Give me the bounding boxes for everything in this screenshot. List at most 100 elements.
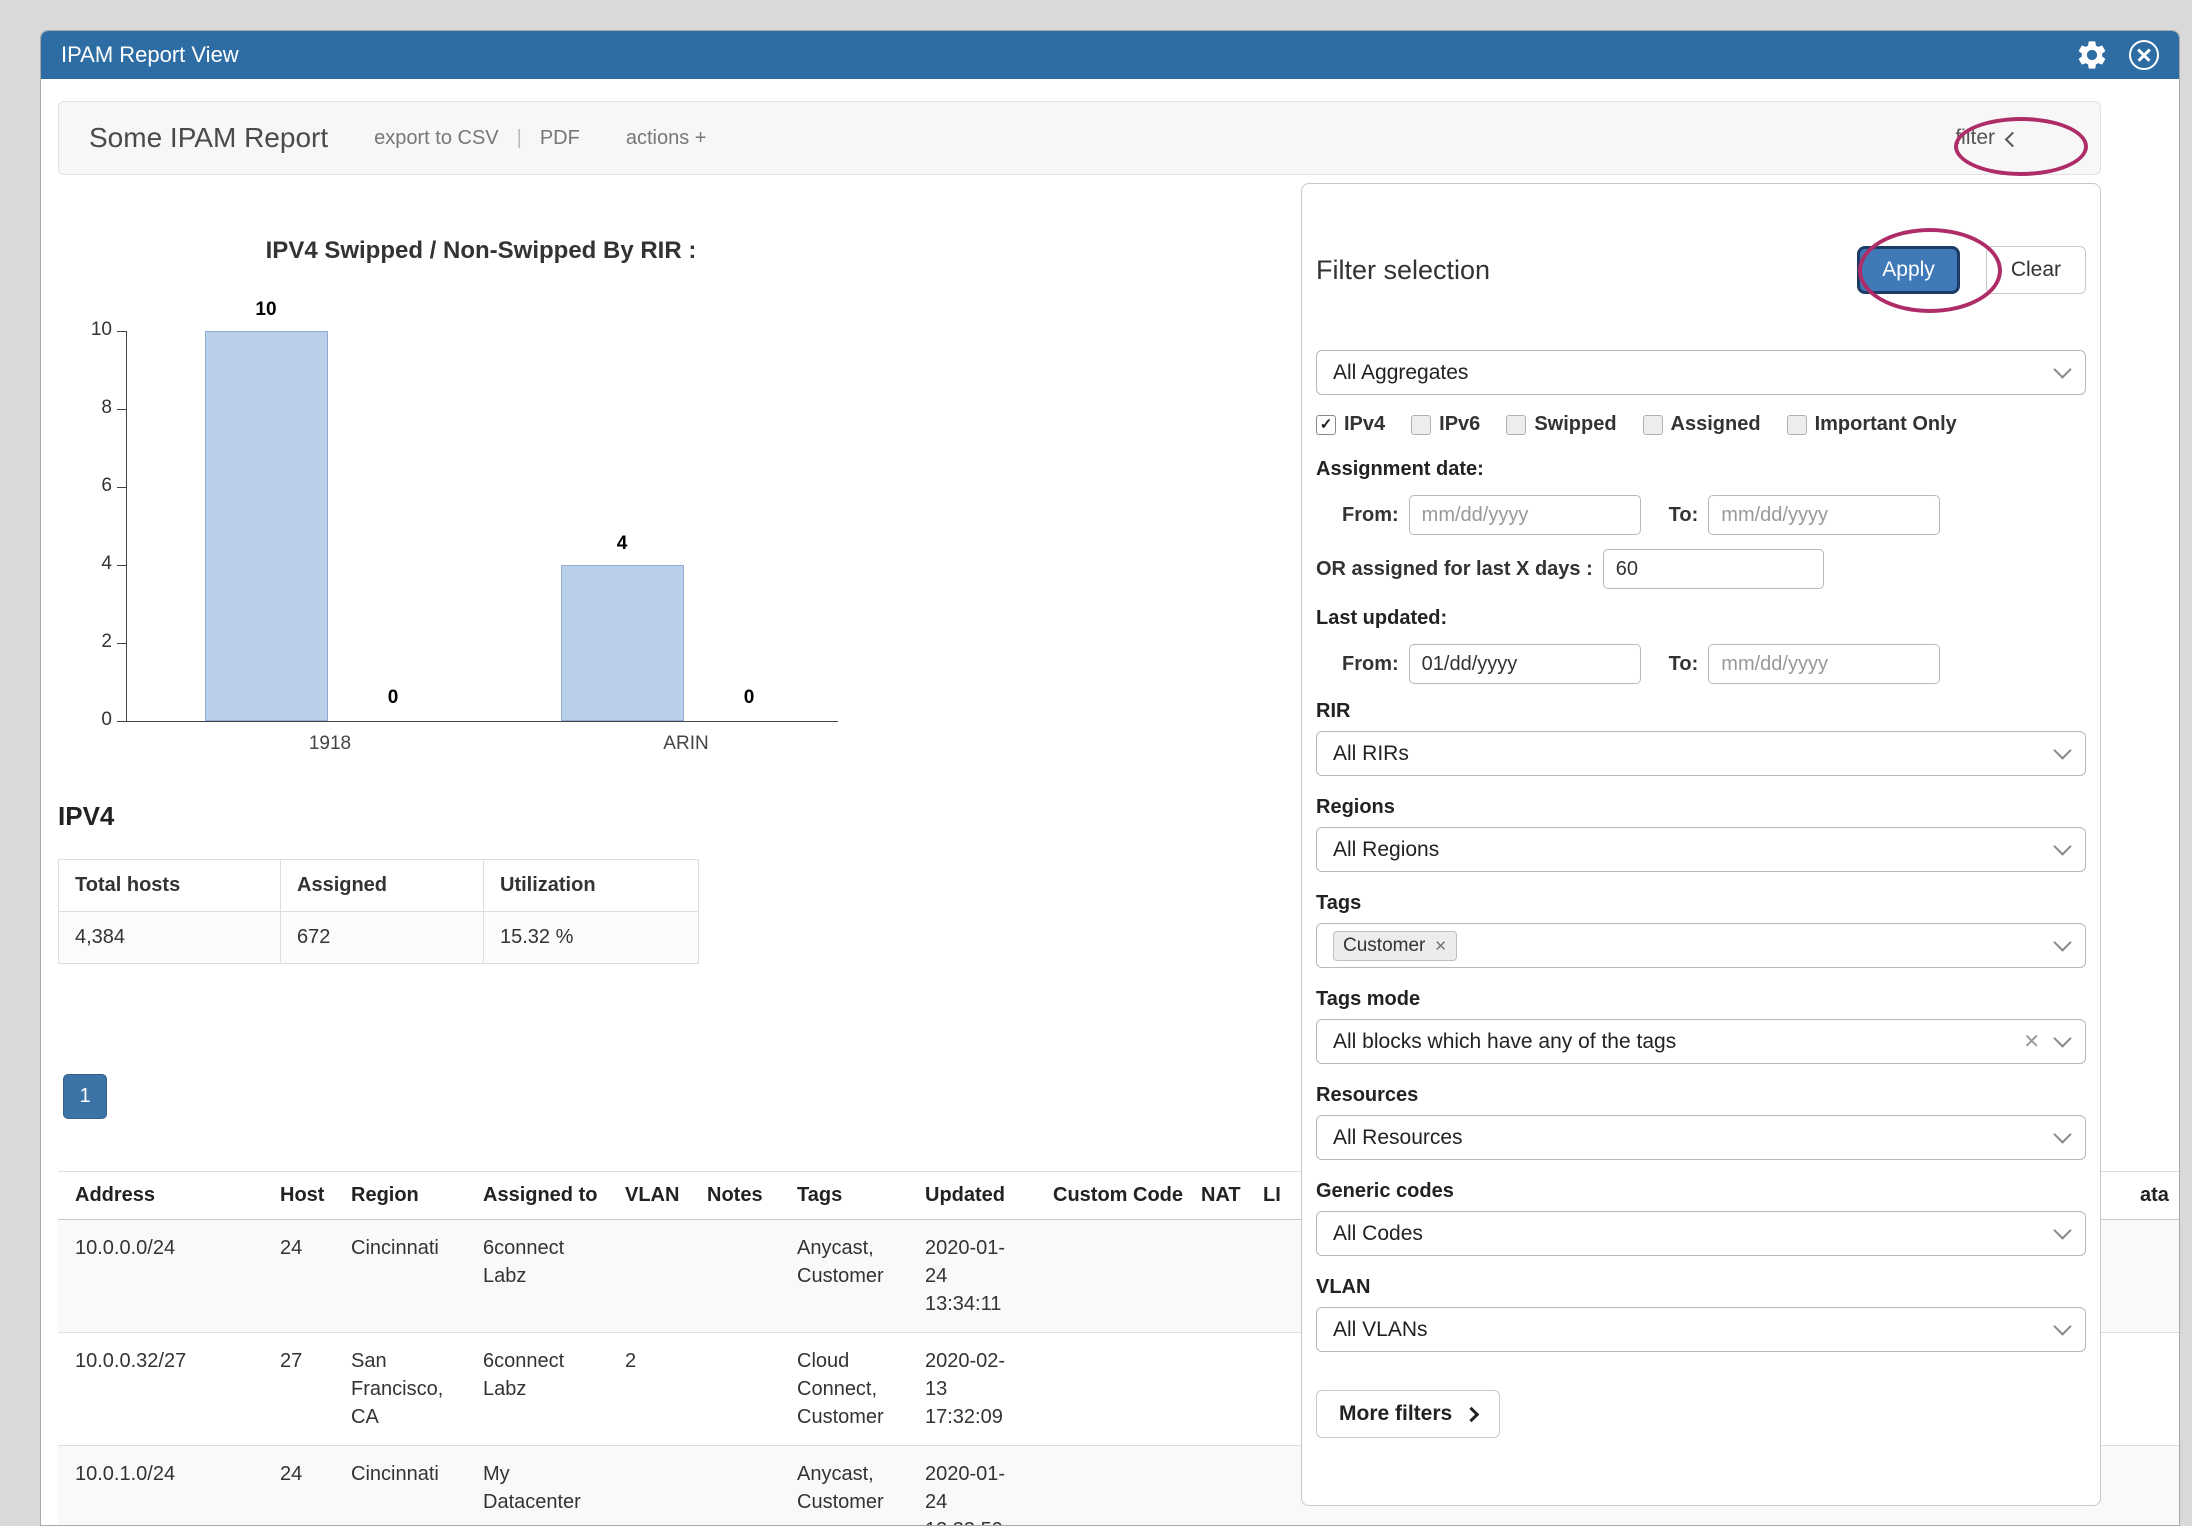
table-cell: [1184, 1220, 1246, 1332]
column-header-ata: ata: [2123, 1172, 2180, 1219]
table-cell: 27: [263, 1333, 334, 1445]
last-x-days-input[interactable]: [1603, 549, 1824, 589]
chevron-down-icon: [2053, 1029, 2071, 1047]
aggregates-dropdown-value: All Aggregates: [1333, 361, 2056, 385]
rir-bar-chart: IPV4 Swipped / Non-Swipped By RIR : 0246…: [41, 211, 921, 821]
tags-mode-label: Tags mode: [1316, 988, 2086, 1011]
vlan-label: VLAN: [1316, 1276, 2086, 1299]
checkbox-icon: ✓: [1316, 415, 1336, 435]
checkbox-swipped[interactable]: ✓Swipped: [1506, 413, 1616, 436]
filter-toggle-label: filter: [1955, 126, 1995, 150]
y-tick-mark: [117, 643, 126, 644]
window-title: IPAM Report View: [61, 42, 2075, 68]
tags-dropdown[interactable]: Customer ✕: [1316, 923, 2086, 968]
more-filters-button[interactable]: More filters: [1316, 1390, 1500, 1438]
rir-label: RIR: [1316, 700, 2086, 723]
y-tick-label: 0: [72, 709, 112, 731]
settings-gear-icon[interactable]: [2075, 38, 2109, 72]
tags-dropdown-content: Customer ✕: [1333, 931, 2056, 961]
y-tick-label: 2: [72, 631, 112, 653]
checkbox-ipv4[interactable]: ✓IPv4: [1316, 413, 1385, 436]
y-tick-mark: [117, 487, 126, 488]
checkbox-label: IPv6: [1439, 413, 1480, 436]
ipam-report-window: IPAM Report View Some IPAM Report export…: [40, 30, 2180, 1526]
y-axis-line: [126, 331, 127, 721]
table-cell: [608, 1446, 690, 1526]
assignment-to-input[interactable]: [1708, 495, 1940, 535]
table-cell: [690, 1446, 780, 1526]
last-updated-to-label: To:: [1669, 653, 1699, 676]
assignment-date-label: Assignment date:: [1316, 458, 2086, 481]
table-cell: 10.0.0.0/24: [58, 1220, 263, 1332]
last-updated-from-input[interactable]: [1409, 644, 1641, 684]
chevron-down-icon: [2053, 360, 2071, 378]
last-x-days-label: OR assigned for last X days :: [1316, 558, 1593, 581]
ipv4-summary-table: Total hosts Assigned Utilization 4,384 6…: [58, 859, 699, 964]
assignment-from-input[interactable]: [1409, 495, 1641, 535]
checkbox-assigned[interactable]: ✓Assigned: [1643, 413, 1761, 436]
table-cell: San Francisco, CA: [334, 1333, 466, 1445]
checkbox-ipv6[interactable]: ✓IPv6: [1411, 413, 1480, 436]
aggregates-dropdown[interactable]: All Aggregates: [1316, 350, 2086, 395]
y-tick-label: 4: [72, 553, 112, 575]
table-cell: 10.0.1.0/24: [58, 1446, 263, 1526]
tag-chip-customer: Customer ✕: [1333, 931, 1457, 961]
apply-button[interactable]: Apply: [1857, 246, 1960, 294]
generic-codes-dropdown[interactable]: All Codes: [1316, 1211, 2086, 1256]
y-tick-mark: [117, 721, 126, 722]
bar-arin-0: [561, 565, 684, 721]
chevron-down-icon: [2053, 741, 2071, 759]
checkbox-row: ✓IPv4✓IPv6✓Swipped✓Assigned✓Important On…: [1316, 413, 2086, 436]
chevron-down-icon: [2053, 1221, 2071, 1239]
tags-mode-dropdown[interactable]: All blocks which have any of the tags ✕: [1316, 1019, 2086, 1064]
resources-dropdown[interactable]: All Resources: [1316, 1115, 2086, 1160]
regions-dropdown[interactable]: All Regions: [1316, 827, 2086, 872]
export-pdf-link[interactable]: PDF: [540, 127, 580, 150]
pagination-page-1[interactable]: 1: [63, 1074, 107, 1119]
table-cell: Anycast, Customer: [780, 1220, 908, 1332]
ipv4-section-heading: IPV4: [58, 801, 114, 832]
summary-value-total-hosts: 4,384: [59, 912, 281, 964]
rir-dropdown-value: All RIRs: [1333, 742, 2056, 766]
last-x-days-row: OR assigned for last X days :: [1316, 549, 2086, 589]
chevron-down-icon: [2053, 837, 2071, 855]
chevron-left-icon: [2005, 131, 2021, 147]
column-header-nat: NAT: [1184, 1172, 1246, 1219]
clear-button[interactable]: Clear: [1986, 246, 2086, 294]
checkbox-icon: ✓: [1643, 415, 1663, 435]
table-cell: [608, 1220, 690, 1332]
summary-header-assigned: Assigned: [281, 860, 484, 912]
export-csv-link[interactable]: export to CSV: [374, 127, 499, 150]
vlan-dropdown[interactable]: All VLANs: [1316, 1307, 2086, 1352]
table-cell: [2123, 1333, 2180, 1445]
clear-value-icon[interactable]: ✕: [2023, 1029, 2040, 1054]
table-cell: [1036, 1446, 1184, 1526]
chevron-right-icon: [1464, 1407, 1480, 1423]
table-cell: Cincinnati: [334, 1446, 466, 1526]
close-icon[interactable]: [2129, 40, 2159, 70]
resources-dropdown-value: All Resources: [1333, 1126, 2056, 1150]
regions-label: Regions: [1316, 796, 2086, 819]
tag-remove-icon[interactable]: ✕: [1434, 937, 1447, 955]
chevron-down-icon: [2053, 1317, 2071, 1335]
table-cell: [2123, 1220, 2180, 1332]
summary-header-total-hosts: Total hosts: [59, 860, 281, 912]
table-cell: Cloud Connect, Customer: [780, 1333, 908, 1445]
check-mark-icon: ✓: [1320, 417, 1333, 432]
column-header-tags: Tags: [780, 1172, 908, 1219]
y-tick-label: 6: [72, 475, 112, 497]
filter-panel: Filter selection Apply Clear All Aggrega…: [1301, 183, 2101, 1506]
table-cell: [690, 1333, 780, 1445]
table-cell: 24: [263, 1446, 334, 1526]
assignment-date-row: From: To:: [1342, 495, 2086, 535]
filter-panel-header: Filter selection Apply Clear: [1316, 246, 2086, 294]
checkbox-important-only[interactable]: ✓Important Only: [1787, 413, 1957, 436]
filter-toggle[interactable]: filter: [1955, 126, 2018, 150]
summary-value-assigned: 672: [281, 912, 484, 964]
rir-dropdown[interactable]: All RIRs: [1316, 731, 2086, 776]
checkbox-label: Swipped: [1534, 413, 1616, 436]
table-cell: [1184, 1333, 1246, 1445]
actions-menu[interactable]: actions +: [626, 127, 707, 150]
last-updated-to-input[interactable]: [1708, 644, 1940, 684]
resources-label: Resources: [1316, 1084, 2086, 1107]
